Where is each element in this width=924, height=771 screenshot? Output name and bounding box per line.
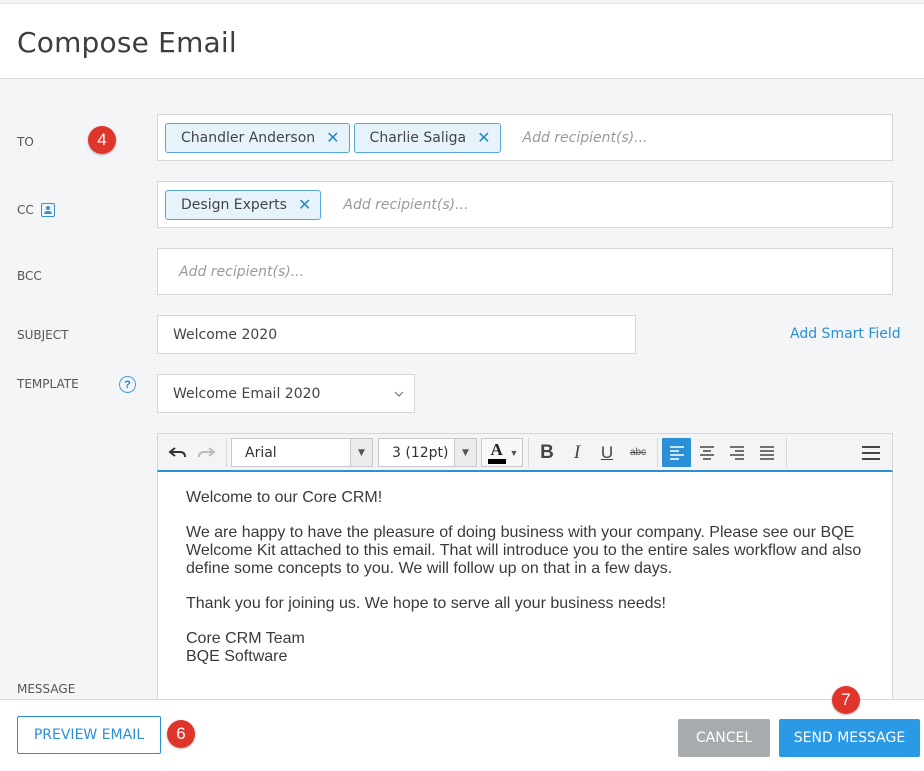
cc-input[interactable]: Add recipient(s)... <box>343 197 468 213</box>
recipient-chip[interactable]: Chandler Anderson ✕ <box>165 122 350 153</box>
editor-toolbar: Arial ▼ 3 (12pt) ▼ A ▼ B I U abc <box>157 433 893 472</box>
message-paragraph: Thank you for joining us. We hope to ser… <box>186 595 666 612</box>
page-header: Compose Email <box>0 3 924 79</box>
to-field[interactable]: Chandler Anderson ✕ Charlie Saliga ✕ Add… <box>157 114 893 161</box>
template-label: TEMPLATE <box>17 377 79 391</box>
chip-label: Design Experts <box>181 196 287 213</box>
bold-button[interactable]: B <box>534 434 560 471</box>
subject-label: SUBJECT <box>17 328 69 342</box>
italic-button[interactable]: I <box>564 434 590 471</box>
cc-label: CC <box>17 203 34 217</box>
page-title: Compose Email <box>17 26 237 59</box>
underline-button[interactable]: U <box>594 434 620 471</box>
preview-email-button[interactable]: PREVIEW EMAIL <box>17 716 161 754</box>
template-select[interactable]: Welcome Email 2020 <box>157 374 415 413</box>
footer-bar: PREVIEW EMAIL 6 CANCEL SEND MESSAGE <box>0 699 924 771</box>
redo-icon[interactable] <box>194 434 220 471</box>
message-greeting: Welcome to our Core CRM! <box>186 489 383 506</box>
bcc-field[interactable]: Add recipient(s)... <box>157 248 893 295</box>
to-label: TO <box>17 135 34 149</box>
message-signature-line: Core CRM Team <box>186 630 305 647</box>
font-family-select[interactable]: Arial ▼ <box>231 438 373 467</box>
toolbar-divider <box>226 438 227 467</box>
undo-icon[interactable] <box>164 434 190 471</box>
to-input[interactable]: Add recipient(s)... <box>523 130 648 146</box>
font-family-value: Arial <box>245 444 277 461</box>
font-size-value: 3 (12pt) <box>392 444 449 461</box>
recipient-chip[interactable]: Charlie Saliga ✕ <box>353 122 501 153</box>
bcc-label: BCC <box>17 269 42 283</box>
close-icon[interactable]: ✕ <box>298 196 311 213</box>
chevron-down-icon <box>394 391 404 397</box>
recipient-chip[interactable]: Design Experts ✕ <box>165 189 322 220</box>
close-icon[interactable]: ✕ <box>477 129 490 146</box>
toolbar-divider <box>786 438 787 467</box>
dropdown-arrow-icon: ▼ <box>350 439 372 466</box>
message-signature-line: BQE Software <box>186 648 288 665</box>
step-badge-6: 6 <box>167 720 195 748</box>
cc-field[interactable]: Design Experts ✕ Add recipient(s)... <box>157 181 893 228</box>
cancel-button[interactable]: CANCEL <box>678 719 770 757</box>
font-color-icon: A <box>486 440 508 465</box>
message-editor[interactable]: Welcome to our Core CRM! We are happy to… <box>157 472 893 700</box>
message-paragraph: We are happy to have the pleasure of doi… <box>186 524 862 577</box>
step-badge-4: 4 <box>88 126 116 154</box>
message-label: MESSAGE <box>17 682 76 696</box>
step-badge-7: 7 <box>832 686 860 714</box>
send-message-button[interactable]: SEND MESSAGE <box>779 719 920 757</box>
toolbar-divider <box>528 438 529 467</box>
chip-label: Charlie Saliga <box>369 129 467 146</box>
help-icon[interactable]: ? <box>119 376 136 393</box>
chip-label: Chandler Anderson <box>181 129 316 146</box>
align-center-icon[interactable] <box>693 434 721 471</box>
menu-icon[interactable] <box>856 434 886 471</box>
strikethrough-button[interactable]: abc <box>624 434 652 471</box>
close-icon[interactable]: ✕ <box>326 129 339 146</box>
font-color-button[interactable]: A ▼ <box>481 438 523 467</box>
font-size-select[interactable]: 3 (12pt) ▼ <box>378 438 477 467</box>
contact-card-icon[interactable] <box>41 203 55 217</box>
justify-icon[interactable] <box>753 434 781 471</box>
add-smart-field-link[interactable]: Add Smart Field <box>790 326 901 342</box>
bcc-input[interactable]: Add recipient(s)... <box>179 264 304 280</box>
template-value: Welcome Email 2020 <box>173 385 321 402</box>
toolbar-divider <box>657 438 658 467</box>
dropdown-arrow-icon: ▼ <box>454 439 476 466</box>
align-left-icon[interactable] <box>662 438 691 467</box>
align-right-icon[interactable] <box>723 434 751 471</box>
subject-input[interactable]: Welcome 2020 <box>157 315 636 354</box>
